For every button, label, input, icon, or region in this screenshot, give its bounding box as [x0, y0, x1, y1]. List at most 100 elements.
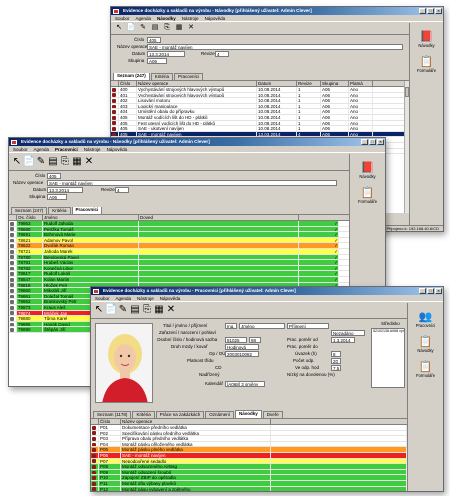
delete-icon[interactable]: ✕: [166, 305, 176, 315]
titul-field[interactable]: Ing.: [225, 323, 237, 329]
edit-icon[interactable]: ✎: [118, 305, 128, 315]
new-document-icon[interactable]: 📄: [105, 305, 117, 315]
menu-item-2[interactable]: Nástroje: [137, 295, 154, 301]
tab-1[interactable]: Kritéria: [150, 73, 174, 80]
maximize-button[interactable]: □: [427, 8, 434, 14]
column-header-3[interactable]: Revize: [297, 81, 321, 86]
window-title-bar[interactable]: Evidence docházky a sakladů na výrobu - …: [9, 138, 385, 146]
edit-icon[interactable]: ✎: [138, 23, 148, 33]
close-button[interactable]: ×: [435, 288, 442, 294]
edit-icon[interactable]: ✎: [36, 156, 46, 167]
column-header-2[interactable]: Datum: [257, 81, 297, 86]
nazev-field[interactable]: SAE - montáž navíjen: [147, 44, 403, 50]
copy-icon[interactable]: ⎘: [162, 23, 172, 33]
menu-item-3[interactable]: Nápověda: [160, 295, 181, 301]
menu-item-2[interactable]: Návodky: [157, 15, 176, 21]
revize-field[interactable]: 4: [215, 51, 229, 57]
menu-item-0[interactable]: Soubor: [13, 146, 28, 152]
tab-2[interactable]: Pracovníci: [174, 73, 204, 80]
column-header-1[interactable]: Název operace: [121, 419, 271, 424]
nazev-field[interactable]: SAE - montáž navíjen: [47, 180, 337, 186]
skupina-field[interactable]: A06: [47, 194, 67, 200]
column-header-2[interactable]: Doved: [139, 215, 299, 220]
side-button-2[interactable]: 📋 Formuláře: [408, 359, 443, 379]
copy-icon[interactable]: ⎘: [142, 305, 152, 315]
close-button[interactable]: ×: [435, 8, 442, 14]
tab-1[interactable]: Kritéria: [132, 411, 155, 418]
tab-4[interactable]: Návodky: [235, 410, 262, 418]
menu-item-1[interactable]: Agenda: [136, 15, 152, 21]
tab-5[interactable]: Dveře: [262, 411, 283, 418]
save-icon[interactable]: ▤: [130, 305, 140, 315]
minimize-button[interactable]: _: [419, 288, 426, 294]
menu-item-0[interactable]: Soubor: [95, 295, 110, 301]
print-icon[interactable]: ▦: [154, 305, 164, 315]
menu-item-1[interactable]: Agenda: [34, 146, 50, 152]
pointer-icon[interactable]: ↖: [114, 23, 124, 33]
save-icon[interactable]: ▤: [150, 23, 160, 33]
tab-2[interactable]: Pracovníci: [71, 206, 103, 214]
op-field[interactable]: 2003010082: [225, 351, 259, 357]
cislo-field[interactable]: 405: [147, 37, 161, 43]
side-button-1[interactable]: 📋 Formuláře: [410, 54, 443, 74]
menu-item-3[interactable]: Nástroje: [182, 15, 199, 21]
side-button-0[interactable]: 👥 Pracovníci: [408, 309, 443, 329]
column-header-1[interactable]: Název operace: [137, 81, 257, 86]
tab-1[interactable]: Kritéria: [48, 207, 71, 214]
datum-field[interactable]: 13.3.2014: [147, 51, 185, 57]
revize-field[interactable]: 4: [115, 187, 129, 193]
pohlavi-field[interactable]: Nezadáno: [331, 330, 365, 336]
skupina-field[interactable]: A06: [147, 58, 167, 64]
pointer-icon[interactable]: ↖: [12, 156, 22, 167]
tab-3[interactable]: Oznámení: [205, 411, 234, 418]
column-header-4[interactable]: Skupina: [321, 81, 349, 86]
osobni-field[interactable]: 81025: [225, 337, 247, 343]
uvazek-field[interactable]: 8: [331, 351, 341, 357]
side-button-0[interactable]: 📕 Návodky: [410, 29, 443, 49]
column-header-0[interactable]: Os. číslo: [17, 215, 43, 220]
new-document-icon[interactable]: 📄: [126, 23, 136, 33]
print-icon[interactable]: ▦: [174, 23, 184, 33]
column-header-0[interactable]: Číslo: [99, 419, 121, 424]
maximize-button[interactable]: □: [369, 139, 376, 145]
menu-item-4[interactable]: Nápověda: [205, 15, 226, 21]
datum-field[interactable]: 13.3.2014: [47, 187, 83, 193]
close-button[interactable]: ×: [377, 139, 384, 145]
window-title-bar[interactable]: Evidence docházky a sakladů na výrobu - …: [91, 287, 443, 295]
minimize-button[interactable]: _: [361, 139, 368, 145]
pointer-icon[interactable]: ↖: [94, 305, 104, 315]
cislo-field[interactable]: 405: [47, 173, 61, 179]
menu-item-1[interactable]: Agenda: [116, 295, 132, 301]
side-button-0[interactable]: 📕 Návodky: [350, 160, 385, 180]
menu-item-2[interactable]: Pracovníci: [55, 146, 78, 152]
menu-item-3[interactable]: Nástroje: [84, 146, 101, 152]
menu-item-0[interactable]: Soubor: [115, 15, 130, 21]
column-header-0[interactable]: Číslo: [119, 81, 137, 86]
print-icon[interactable]: ▦: [72, 156, 82, 167]
prac-od-field[interactable]: 1.3.2014: [331, 337, 355, 343]
window-title-bar[interactable]: Evidence docházky a sakladů na výrobu - …: [111, 7, 443, 15]
copy-icon[interactable]: ⎘: [60, 156, 70, 167]
side-button-1[interactable]: 📋 Formuláře: [350, 185, 385, 205]
sazba-field[interactable]: 88: [249, 337, 261, 343]
delete-icon[interactable]: ✕: [84, 156, 94, 167]
tab-2[interactable]: Práce na zakázkách: [155, 411, 205, 418]
prijmeni-field[interactable]: Příjmení: [287, 323, 329, 329]
druh-field[interactable]: Hodinová: [225, 344, 259, 350]
side-button-1[interactable]: 📋 Návodky: [408, 334, 443, 354]
column-header-5[interactable]: Platná: [349, 81, 373, 86]
maximize-button[interactable]: □: [427, 288, 434, 294]
column-header-1[interactable]: Jméno: [43, 215, 139, 220]
tab-0[interactable]: Seznam (247): [113, 72, 150, 80]
ve-field[interactable]: 7.5: [331, 365, 341, 371]
table-row[interactable]: P12 Montáž pásu vybavení a zpětného: [91, 486, 407, 491]
minimize-button[interactable]: _: [419, 8, 426, 14]
tab-0[interactable]: Seznam (247): [11, 207, 48, 214]
stredisko-list[interactable]: 52102138 A068 výroba: [371, 328, 405, 388]
pocet-field[interactable]: 20: [331, 358, 341, 364]
new-document-icon[interactable]: 📄: [23, 156, 35, 167]
save-icon[interactable]: ▤: [48, 156, 58, 167]
tab-0[interactable]: Seznam (1178): [93, 411, 132, 418]
kalendar-field[interactable]: [A068] 3 směny: [225, 381, 265, 387]
delete-icon[interactable]: ✕: [186, 23, 196, 33]
